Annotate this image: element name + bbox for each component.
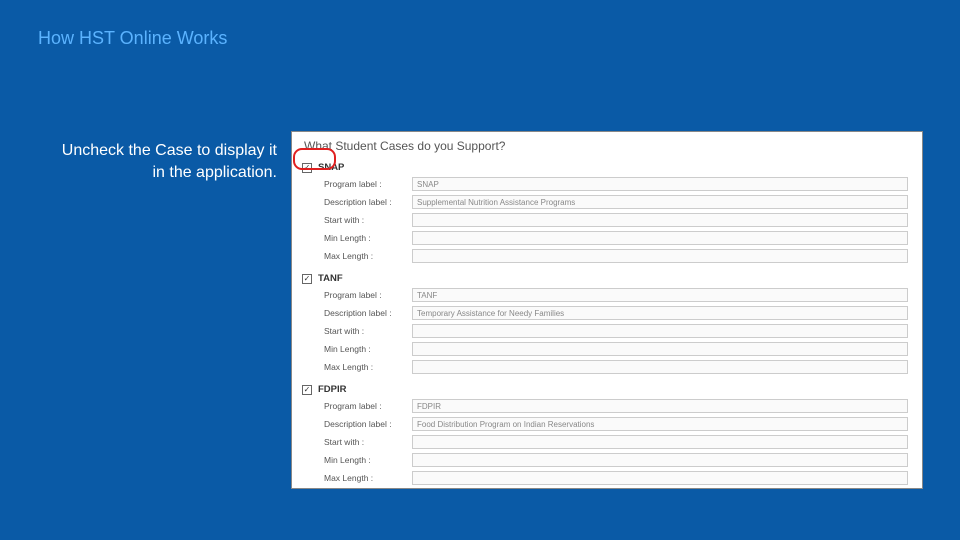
field-label: Program label : bbox=[324, 179, 412, 189]
field-label: Program label : bbox=[324, 401, 412, 411]
field-row: Min Length : bbox=[302, 451, 922, 469]
program-label-input[interactable]: SNAP bbox=[412, 177, 908, 191]
field-label: Min Length : bbox=[324, 233, 412, 243]
field-label: Min Length : bbox=[324, 455, 412, 465]
panel-header: What Student Cases do you Support? bbox=[292, 132, 922, 158]
case-checkbox-tanf[interactable]: ✓ bbox=[302, 274, 312, 284]
case-checkbox-snap[interactable]: ✓ bbox=[302, 163, 312, 173]
field-row: Max Length : bbox=[302, 358, 922, 376]
max-length-input[interactable] bbox=[412, 471, 908, 485]
field-row: Start with : bbox=[302, 211, 922, 229]
start-with-input[interactable] bbox=[412, 213, 908, 227]
max-length-input[interactable] bbox=[412, 249, 908, 263]
field-row: Start with : bbox=[302, 322, 922, 340]
field-label: Max Length : bbox=[324, 473, 412, 483]
program-label-input[interactable]: FDPIR bbox=[412, 399, 908, 413]
form-panel: What Student Cases do you Support? ✓ SNA… bbox=[291, 131, 923, 489]
field-label: Start with : bbox=[324, 215, 412, 225]
description-label-input[interactable]: Food Distribution Program on Indian Rese… bbox=[412, 417, 908, 431]
min-length-input[interactable] bbox=[412, 342, 908, 356]
field-row: Program label : TANF bbox=[302, 286, 922, 304]
field-row: Description label : Food Distribution Pr… bbox=[302, 415, 922, 433]
description-label-input[interactable]: Supplemental Nutrition Assistance Progra… bbox=[412, 195, 908, 209]
description-label-input[interactable]: Temporary Assistance for Needy Families bbox=[412, 306, 908, 320]
case-section-snap: ✓ SNAP Program label : SNAP Description … bbox=[292, 158, 922, 269]
field-row: Min Length : bbox=[302, 340, 922, 358]
page-title: How HST Online Works bbox=[38, 28, 227, 49]
field-label: Max Length : bbox=[324, 251, 412, 261]
field-row: Start with : bbox=[302, 433, 922, 451]
field-row: Program label : SNAP bbox=[302, 175, 922, 193]
instruction-caption: Uncheck the Case to display it in the ap… bbox=[52, 140, 277, 183]
case-section-tanf: ✓ TANF Program label : TANF Description … bbox=[292, 269, 922, 380]
field-label: Max Length : bbox=[324, 362, 412, 372]
start-with-input[interactable] bbox=[412, 435, 908, 449]
min-length-input[interactable] bbox=[412, 231, 908, 245]
field-row: Description label : Supplemental Nutriti… bbox=[302, 193, 922, 211]
field-row: Min Length : bbox=[302, 229, 922, 247]
field-label: Start with : bbox=[324, 326, 412, 336]
field-label: Program label : bbox=[324, 290, 412, 300]
case-title: FDPIR bbox=[318, 384, 347, 395]
case-title: TANF bbox=[318, 273, 343, 284]
case-header: ✓ SNAP bbox=[302, 160, 922, 175]
field-label: Description label : bbox=[324, 419, 412, 429]
case-title: SNAP bbox=[318, 162, 344, 173]
max-length-input[interactable] bbox=[412, 360, 908, 374]
case-checkbox-fdpir[interactable]: ✓ bbox=[302, 385, 312, 395]
case-header: ✓ FDPIR bbox=[302, 382, 922, 397]
start-with-input[interactable] bbox=[412, 324, 908, 338]
field-label: Description label : bbox=[324, 308, 412, 318]
program-label-input[interactable]: TANF bbox=[412, 288, 908, 302]
field-row: Description label : Temporary Assistance… bbox=[302, 304, 922, 322]
case-header: ✓ TANF bbox=[302, 271, 922, 286]
field-label: Start with : bbox=[324, 437, 412, 447]
field-label: Min Length : bbox=[324, 344, 412, 354]
field-row: Max Length : bbox=[302, 247, 922, 265]
min-length-input[interactable] bbox=[412, 453, 908, 467]
field-row: Program label : FDPIR bbox=[302, 397, 922, 415]
case-section-fdpir: ✓ FDPIR Program label : FDPIR Descriptio… bbox=[292, 380, 922, 489]
field-label: Description label : bbox=[324, 197, 412, 207]
field-row: Max Length : bbox=[302, 469, 922, 487]
